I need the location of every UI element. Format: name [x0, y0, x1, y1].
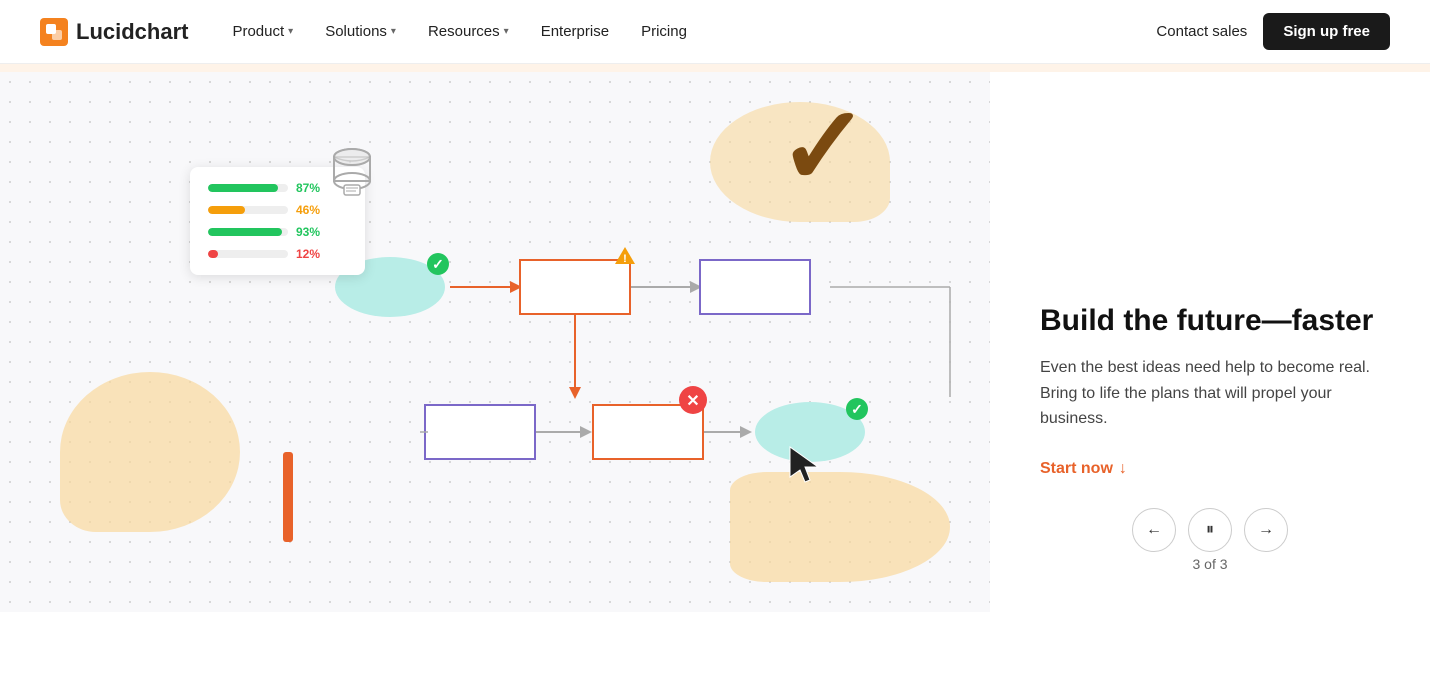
bar-yellow-1 — [208, 206, 245, 214]
pct-label-1: 87% — [296, 181, 328, 195]
slide-description: Even the best ideas need help to become … — [1040, 355, 1380, 432]
nav-left: Lucidchart Product ▾ Solutions ▾ Resourc… — [40, 15, 699, 48]
slide-title: Build the future—faster — [1040, 303, 1380, 339]
svg-text:!: ! — [623, 253, 627, 265]
pause-icon: ⏸ — [1206, 521, 1214, 539]
db-icon — [330, 147, 374, 204]
navbar: Lucidchart Product ▾ Solutions ▾ Resourc… — [0, 0, 1430, 64]
top-banner — [0, 64, 1430, 72]
bar-green-2 — [208, 228, 282, 236]
controls-row: ← ⏸ → 3 of 3 — [1040, 508, 1380, 572]
illustration-panel: 87% 46% 93% 12% — [0, 72, 990, 612]
logo[interactable]: Lucidchart — [40, 18, 188, 46]
nav-pricing[interactable]: Pricing — [629, 15, 699, 48]
chevron-down-icon: ▾ — [288, 26, 293, 37]
svg-text:✓: ✓ — [851, 401, 863, 417]
chevron-down-icon: ▾ — [391, 26, 396, 37]
pct-label-4: 12% — [296, 247, 328, 261]
controls-buttons: ← ⏸ → — [1132, 508, 1288, 552]
pause-button[interactable]: ⏸ — [1188, 508, 1232, 552]
nav-resources[interactable]: Resources ▾ — [416, 15, 521, 48]
main-section: 87% 46% 93% 12% — [0, 72, 1430, 612]
start-now-link[interactable]: Start now ↓ — [1040, 460, 1380, 478]
flowchart-svg: ✓ ! ✕ ✓ — [330, 222, 990, 532]
bar-green-1 — [208, 184, 278, 192]
nav-links: Product ▾ Solutions ▾ Resources ▾ Enterp… — [220, 15, 698, 48]
big-checkmark: ✓ — [778, 92, 870, 202]
text-panel: Build the future—faster Even the best id… — [990, 72, 1430, 612]
database-icon — [330, 147, 374, 199]
chevron-down-icon: ▾ — [504, 26, 509, 37]
nav-solutions[interactable]: Solutions ▾ — [313, 15, 408, 48]
data-row: 46% — [208, 203, 347, 217]
data-row: 87% — [208, 181, 347, 195]
slide-counter: 3 of 3 — [1192, 556, 1227, 572]
nav-enterprise[interactable]: Enterprise — [529, 15, 621, 48]
data-row: 93% — [208, 225, 347, 239]
nav-product[interactable]: Product ▾ — [220, 15, 305, 48]
data-row: 12% — [208, 247, 347, 261]
bar-red-1 — [208, 250, 218, 258]
sign-up-button[interactable]: Sign up free — [1263, 13, 1390, 50]
prev-button[interactable]: ← — [1132, 508, 1176, 552]
arrow-down-icon: ↓ — [1119, 460, 1127, 478]
orange-bar — [283, 452, 293, 542]
svg-text:✕: ✕ — [686, 393, 699, 410]
blob-left — [60, 372, 240, 532]
logo-icon — [40, 18, 68, 46]
nav-right: Contact sales Sign up free — [1156, 13, 1390, 50]
logo-text: Lucidchart — [76, 19, 188, 45]
pct-label-2: 46% — [296, 203, 328, 217]
contact-sales-button[interactable]: Contact sales — [1156, 23, 1247, 40]
svg-text:✓: ✓ — [432, 256, 444, 272]
pct-label-3: 93% — [296, 225, 328, 239]
next-button[interactable]: → — [1244, 508, 1288, 552]
